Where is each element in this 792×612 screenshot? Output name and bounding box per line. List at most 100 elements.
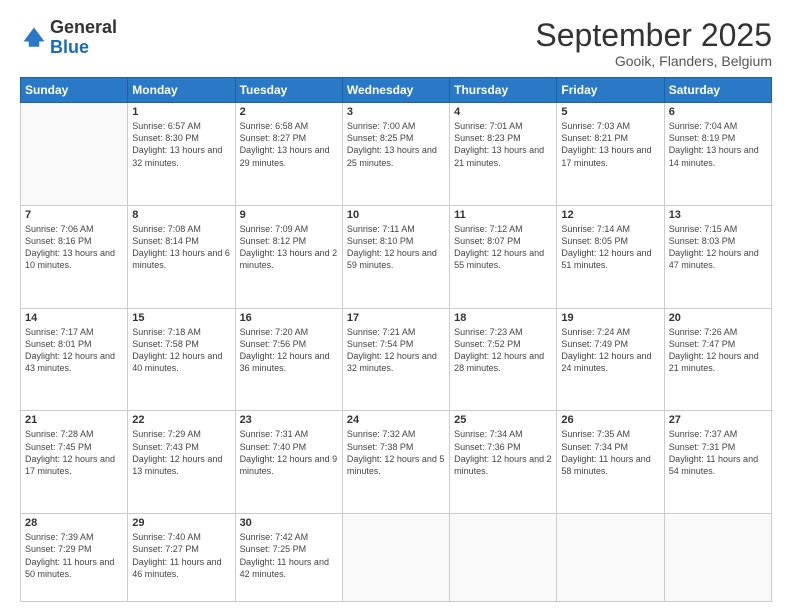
logo: General Blue	[20, 18, 117, 58]
month-title: September 2025	[535, 18, 772, 53]
day-info: Sunrise: 7:03 AM Sunset: 8:21 PM Dayligh…	[561, 120, 659, 169]
day-number: 27	[669, 414, 767, 426]
day-number: 3	[347, 106, 445, 118]
day-number: 10	[347, 209, 445, 221]
day-info: Sunrise: 7:01 AM Sunset: 8:23 PM Dayligh…	[454, 120, 552, 169]
table-row: 14 Sunrise: 7:17 AM Sunset: 8:01 PM Dayli…	[21, 308, 128, 411]
logo-general-text: General	[50, 17, 117, 37]
table-row: 8 Sunrise: 7:08 AM Sunset: 8:14 PM Daylig…	[128, 205, 235, 308]
day-info: Sunrise: 6:57 AM Sunset: 8:30 PM Dayligh…	[132, 120, 230, 169]
day-info: Sunrise: 7:31 AM Sunset: 7:40 PM Dayligh…	[240, 428, 338, 477]
table-row: 16Sunrise: 7:20 AM Sunset: 7:56 PM Dayli…	[235, 308, 342, 411]
day-number: 25	[454, 414, 552, 426]
table-row: 28 Sunrise: 7:39 AM Sunset: 7:29 PM Dayli…	[21, 514, 128, 602]
table-row: 9Sunrise: 7:09 AM Sunset: 8:12 PM Daylig…	[235, 205, 342, 308]
day-number: 28	[25, 517, 123, 529]
day-number: 9	[240, 209, 338, 221]
day-number: 21	[25, 414, 123, 426]
day-number: 7	[25, 209, 123, 221]
table-row: 27 Sunrise: 7:37 AM Sunset: 7:31 PM Dayli…	[664, 411, 771, 514]
calendar-table: Sunday Monday Tuesday Wednesday Thursday…	[20, 77, 772, 602]
table-row: 19 Sunrise: 7:24 AM Sunset: 7:49 PM Dayli…	[557, 308, 664, 411]
day-info: Sunrise: 7:11 AM Sunset: 8:10 PM Dayligh…	[347, 223, 445, 272]
day-info: Sunrise: 7:08 AM Sunset: 8:14 PM Dayligh…	[132, 223, 230, 272]
table-row: 26 Sunrise: 7:35 AM Sunset: 7:34 PM Dayli…	[557, 411, 664, 514]
day-number: 16	[240, 312, 338, 324]
day-number: 13	[669, 209, 767, 221]
header-saturday: Saturday	[664, 78, 771, 103]
table-row: 2Sunrise: 6:58 AM Sunset: 8:27 PM Daylig…	[235, 103, 342, 206]
day-info: Sunrise: 7:42 AM Sunset: 7:25 PM Dayligh…	[240, 531, 338, 580]
day-number: 29	[132, 517, 230, 529]
day-number: 19	[561, 312, 659, 324]
table-row: 15 Sunrise: 7:18 AM Sunset: 7:58 PM Dayli…	[128, 308, 235, 411]
table-row: 7Sunrise: 7:06 AM Sunset: 8:16 PM Daylig…	[21, 205, 128, 308]
day-info: Sunrise: 7:29 AM Sunset: 7:43 PM Dayligh…	[132, 428, 230, 477]
table-row	[450, 514, 557, 602]
day-number: 17	[347, 312, 445, 324]
table-row: 22 Sunrise: 7:29 AM Sunset: 7:43 PM Dayli…	[128, 411, 235, 514]
day-number: 14	[25, 312, 123, 324]
table-row: 21 Sunrise: 7:28 AM Sunset: 7:45 PM Dayli…	[21, 411, 128, 514]
day-info: Sunrise: 7:24 AM Sunset: 7:49 PM Dayligh…	[561, 326, 659, 375]
table-row: 13Sunrise: 7:15 AM Sunset: 8:03 PM Dayli…	[664, 205, 771, 308]
table-row: 5 Sunrise: 7:03 AM Sunset: 8:21 PM Daylig…	[557, 103, 664, 206]
location: Gooik, Flanders, Belgium	[535, 53, 772, 69]
day-info: Sunrise: 7:00 AM Sunset: 8:25 PM Dayligh…	[347, 120, 445, 169]
header-thursday: Thursday	[450, 78, 557, 103]
day-info: Sunrise: 7:40 AM Sunset: 7:27 PM Dayligh…	[132, 531, 230, 580]
day-number: 24	[347, 414, 445, 426]
logo-icon	[20, 24, 48, 52]
day-info: Sunrise: 7:35 AM Sunset: 7:34 PM Dayligh…	[561, 428, 659, 477]
day-number: 23	[240, 414, 338, 426]
day-number: 4	[454, 106, 552, 118]
title-block: September 2025 Gooik, Flanders, Belgium	[535, 18, 772, 69]
header-tuesday: Tuesday	[235, 78, 342, 103]
table-row	[557, 514, 664, 602]
day-info: Sunrise: 7:28 AM Sunset: 7:45 PM Dayligh…	[25, 428, 123, 477]
table-row: 17 Sunrise: 7:21 AM Sunset: 7:54 PM Dayli…	[342, 308, 449, 411]
day-info: Sunrise: 7:17 AM Sunset: 8:01 PM Dayligh…	[25, 326, 123, 375]
table-row	[21, 103, 128, 206]
table-row	[342, 514, 449, 602]
day-number: 8	[132, 209, 230, 221]
table-row: 25 Sunrise: 7:34 AM Sunset: 7:36 PM Dayli…	[450, 411, 557, 514]
day-number: 2	[240, 106, 338, 118]
day-number: 20	[669, 312, 767, 324]
day-number: 15	[132, 312, 230, 324]
day-number: 5	[561, 106, 659, 118]
logo-blue-text: Blue	[50, 37, 89, 57]
day-number: 6	[669, 106, 767, 118]
table-row: 23 Sunrise: 7:31 AM Sunset: 7:40 PM Dayli…	[235, 411, 342, 514]
day-info: Sunrise: 7:14 AM Sunset: 8:05 PM Dayligh…	[561, 223, 659, 272]
table-row: 4 Sunrise: 7:01 AM Sunset: 8:23 PM Daylig…	[450, 103, 557, 206]
table-row: 18Sunrise: 7:23 AM Sunset: 7:52 PM Dayli…	[450, 308, 557, 411]
header-sunday: Sunday	[21, 78, 128, 103]
header-friday: Friday	[557, 78, 664, 103]
day-info: Sunrise: 7:21 AM Sunset: 7:54 PM Dayligh…	[347, 326, 445, 375]
day-number: 1	[132, 106, 230, 118]
table-row: 30 Sunrise: 7:42 AM Sunset: 7:25 PM Dayli…	[235, 514, 342, 602]
day-info: Sunrise: 7:37 AM Sunset: 7:31 PM Dayligh…	[669, 428, 767, 477]
day-number: 22	[132, 414, 230, 426]
day-info: Sunrise: 7:39 AM Sunset: 7:29 PM Dayligh…	[25, 531, 123, 580]
weekday-header-row: Sunday Monday Tuesday Wednesday Thursday…	[21, 78, 772, 103]
day-info: Sunrise: 7:12 AM Sunset: 8:07 PM Dayligh…	[454, 223, 552, 272]
day-number: 12	[561, 209, 659, 221]
table-row: 29 Sunrise: 7:40 AM Sunset: 7:27 PM Dayli…	[128, 514, 235, 602]
table-row: 12 Sunrise: 7:14 AM Sunset: 8:05 PM Dayli…	[557, 205, 664, 308]
day-info: Sunrise: 7:04 AM Sunset: 8:19 PM Dayligh…	[669, 120, 767, 169]
day-info: Sunrise: 7:18 AM Sunset: 7:58 PM Dayligh…	[132, 326, 230, 375]
day-info: Sunrise: 7:32 AM Sunset: 7:38 PM Dayligh…	[347, 428, 445, 477]
table-row: 24 Sunrise: 7:32 AM Sunset: 7:38 PM Dayli…	[342, 411, 449, 514]
day-number: 11	[454, 209, 552, 221]
day-number: 30	[240, 517, 338, 529]
day-number: 26	[561, 414, 659, 426]
page-header: General Blue September 2025 Gooik, Fland…	[20, 18, 772, 69]
table-row: 3 Sunrise: 7:00 AM Sunset: 8:25 PM Daylig…	[342, 103, 449, 206]
day-info: Sunrise: 7:26 AM Sunset: 7:47 PM Dayligh…	[669, 326, 767, 375]
table-row: 20 Sunrise: 7:26 AM Sunset: 7:47 PM Dayli…	[664, 308, 771, 411]
day-info: Sunrise: 7:34 AM Sunset: 7:36 PM Dayligh…	[454, 428, 552, 477]
header-wednesday: Wednesday	[342, 78, 449, 103]
day-info: Sunrise: 7:23 AM Sunset: 7:52 PM Dayligh…	[454, 326, 552, 375]
